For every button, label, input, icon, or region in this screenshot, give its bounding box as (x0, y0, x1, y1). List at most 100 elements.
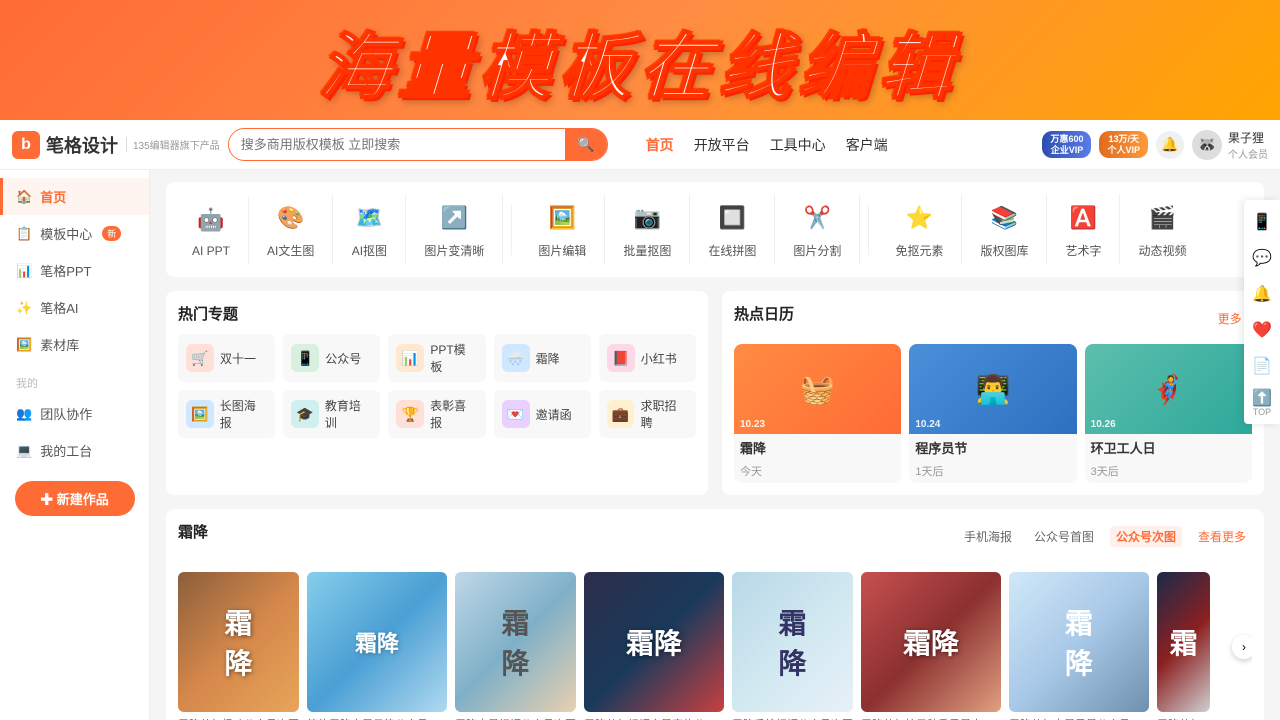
float-chat-icon[interactable]: 💬 (1244, 240, 1280, 276)
tool-collage[interactable]: 🔲 在线拼图 (690, 194, 775, 265)
float-favorite-icon[interactable]: ❤️ (1244, 312, 1280, 348)
nav-home[interactable]: 首页 (646, 135, 674, 155)
tool-enhance[interactable]: ↗️ 图片变清晰 (406, 194, 503, 265)
huajian-img-inner-1: 霜降 (178, 572, 299, 712)
tool-ai-ppt[interactable]: 🤖 AI PPT (174, 196, 249, 264)
user-sub: 个人会员 (1228, 146, 1268, 161)
sidebar-item-ai[interactable]: ✨ 笔格AI (0, 289, 149, 326)
huajian-img-1[interactable]: 霜降 (178, 572, 299, 712)
huajian-img-3[interactable]: 霜降 (455, 572, 576, 712)
tool-ai-text-image[interactable]: 🎨 AI文生图 (249, 194, 333, 265)
search-area: 🔍 (228, 128, 608, 161)
tool-split[interactable]: ✂️ 图片分割 (775, 194, 860, 265)
hot-topics-title: 热门专题 (178, 303, 696, 324)
tool-art-text[interactable]: 🅰️ 艺术字 (1047, 194, 1120, 265)
calendar-item-day3[interactable]: 🦸 10.26 环卫工人日 3天后 (1085, 344, 1252, 483)
home-icon: 🏠 (16, 189, 32, 205)
huajian-img-inner-2: 霜降 (307, 572, 447, 712)
huajian-img-7[interactable]: 霜降 (1009, 572, 1149, 712)
huajian-img-6[interactable]: 霜降 (861, 572, 1001, 712)
calendar-day1-image: 👨‍💻 10.24 (909, 344, 1076, 434)
topic-xiaohongshu[interactable]: 📕 小红书 (599, 334, 696, 382)
sidebar-item-team[interactable]: 👥 团队协作 (0, 395, 149, 432)
tool-batch-cutout[interactable]: 📷 批量抠图 (605, 194, 690, 265)
tab-wechat-secondary[interactable]: 公众号次图 (1110, 526, 1182, 547)
nav-open-platform[interactable]: 开放平台 (694, 135, 750, 155)
tool-edit[interactable]: 🖼️ 图片编辑 (520, 194, 605, 265)
topic-invitation[interactable]: 💌 邀请函 (494, 390, 591, 438)
topic-education[interactable]: 🎓 教育培训 (283, 390, 380, 438)
topic-ppt[interactable]: 📊 PPT模板 (388, 334, 485, 382)
nav-client[interactable]: 客户端 (846, 135, 888, 155)
float-mobile-icon[interactable]: 📱 (1244, 204, 1280, 240)
tab-view-more[interactable]: 查看更多 (1192, 526, 1252, 547)
enterprise-vip-badge[interactable]: 万惠600 企业VIP (1042, 131, 1091, 159)
calendar-item-today[interactable]: 🧺 10.23 霜降 今天 (734, 344, 901, 483)
tool-stock[interactable]: 📚 版权图库 (962, 194, 1047, 265)
ai-icon: ✨ (16, 300, 32, 316)
calendar-item-day1[interactable]: 👨‍💻 10.24 程序员节 1天后 (909, 344, 1076, 483)
sidebar-materials-label: 素材库 (40, 335, 79, 354)
ai-cutout-label: AI抠图 (352, 242, 387, 259)
hero-banner: 海量模板在线编辑 (0, 0, 1280, 120)
topic-shuangjiang[interactable]: 🌨️ 霜降 (494, 334, 591, 382)
tool-elements[interactable]: ⭐ 免抠元素 (877, 194, 962, 265)
materials-icon: 🖼️ (16, 337, 32, 353)
calendar-day1-name: 程序员节 (909, 434, 1076, 461)
notification-icon[interactable]: 🔔 (1156, 131, 1184, 159)
tool-ai-cutout[interactable]: 🗺️ AI抠图 (333, 194, 406, 265)
ppt-icon: 📊 (16, 263, 32, 279)
float-top-icon[interactable]: ⬆️ TOP (1244, 384, 1280, 420)
elements-label: 免抠元素 (895, 242, 943, 259)
tools-divider-2 (868, 205, 869, 255)
personal-vip-badge[interactable]: 13万/天 个人VIP (1099, 131, 1148, 159)
user-name: 果子狸 (1228, 129, 1268, 146)
tool-video[interactable]: 🎬 动态视频 (1120, 194, 1204, 265)
art-text-label: 艺术字 (1065, 242, 1101, 259)
search-input[interactable] (229, 131, 566, 158)
huajian-img-2[interactable]: 霜降 (307, 572, 447, 712)
huajian-title: 霜降 (178, 521, 208, 542)
sidebar-item-home[interactable]: 🏠 首页 (0, 178, 149, 215)
topic-job[interactable]: 💼 求职招聘 (599, 390, 696, 438)
float-feedback-icon[interactable]: 📄 (1244, 348, 1280, 384)
xiaohongshu-label: 小红书 (641, 350, 677, 367)
video-label: 动态视频 (1138, 242, 1186, 259)
logo-area: b 笔格设计 135编辑器旗下产品 (12, 131, 220, 159)
topic-longposter[interactable]: 🖼️ 长图海报 (178, 390, 275, 438)
job-label: 求职招聘 (640, 397, 688, 431)
huajian-img-5[interactable]: 霜降 (732, 572, 853, 712)
nav-tools[interactable]: 工具中心 (770, 135, 826, 155)
huajian-img-wrap-8: 霜 霜降节气... (1157, 572, 1210, 720)
ai-ppt-icon: 🤖 (193, 202, 229, 238)
next-arrow[interactable]: › (1232, 635, 1252, 659)
tab-wechat-cover[interactable]: 公众号首图 (1028, 526, 1100, 547)
split-icon: ✂️ (799, 200, 835, 236)
shuangjiang-icon: 🌨️ (502, 344, 530, 372)
sidebar-item-ppt[interactable]: 📊 笔格PPT (0, 252, 149, 289)
search-button[interactable]: 🔍 (565, 129, 606, 160)
invitation-label: 邀请函 (536, 406, 572, 423)
huajian-img-inner-6: 霜降 (861, 572, 1001, 712)
new-work-button[interactable]: ✚ 新建作品 (15, 481, 135, 516)
sidebar-item-workspace[interactable]: 💻 我的工台 (0, 432, 149, 469)
logo-sub: 135编辑器旗下产品 (126, 137, 220, 152)
calendar-day3-when: 3天后 (1085, 461, 1252, 483)
sidebar-item-templates[interactable]: 📋 模板中心 新 (0, 215, 149, 252)
calendar-today-date: 10.23 (740, 419, 765, 430)
tab-mobile-poster[interactable]: 手机海报 (958, 526, 1018, 547)
sidebar-item-materials[interactable]: 🖼️ 素材库 (0, 326, 149, 363)
avatar-area[interactable]: 🦝 果子狸 个人会员 (1192, 129, 1268, 161)
tools-divider (511, 205, 512, 255)
huajian-img-4[interactable]: 霜降 (584, 572, 724, 712)
wechat-label: 公众号 (325, 350, 361, 367)
ppt-topic-label: PPT模板 (430, 341, 477, 375)
right-float-panel: 📱 💬 🔔 ❤️ 📄 ⬆️ TOP (1244, 200, 1280, 424)
float-notification-icon[interactable]: 🔔 (1244, 276, 1280, 312)
topic-double-eleven[interactable]: 🛒 双十一 (178, 334, 275, 382)
huajian-img-8[interactable]: 霜 (1157, 572, 1210, 712)
topic-award[interactable]: 🏆 表彰喜报 (388, 390, 485, 438)
topic-wechat[interactable]: 📱 公众号 (283, 334, 380, 382)
edit-label: 图片编辑 (538, 242, 586, 259)
huajian-caption-6: 霜降节气柿子秋季风景水彩风... (861, 716, 1001, 720)
